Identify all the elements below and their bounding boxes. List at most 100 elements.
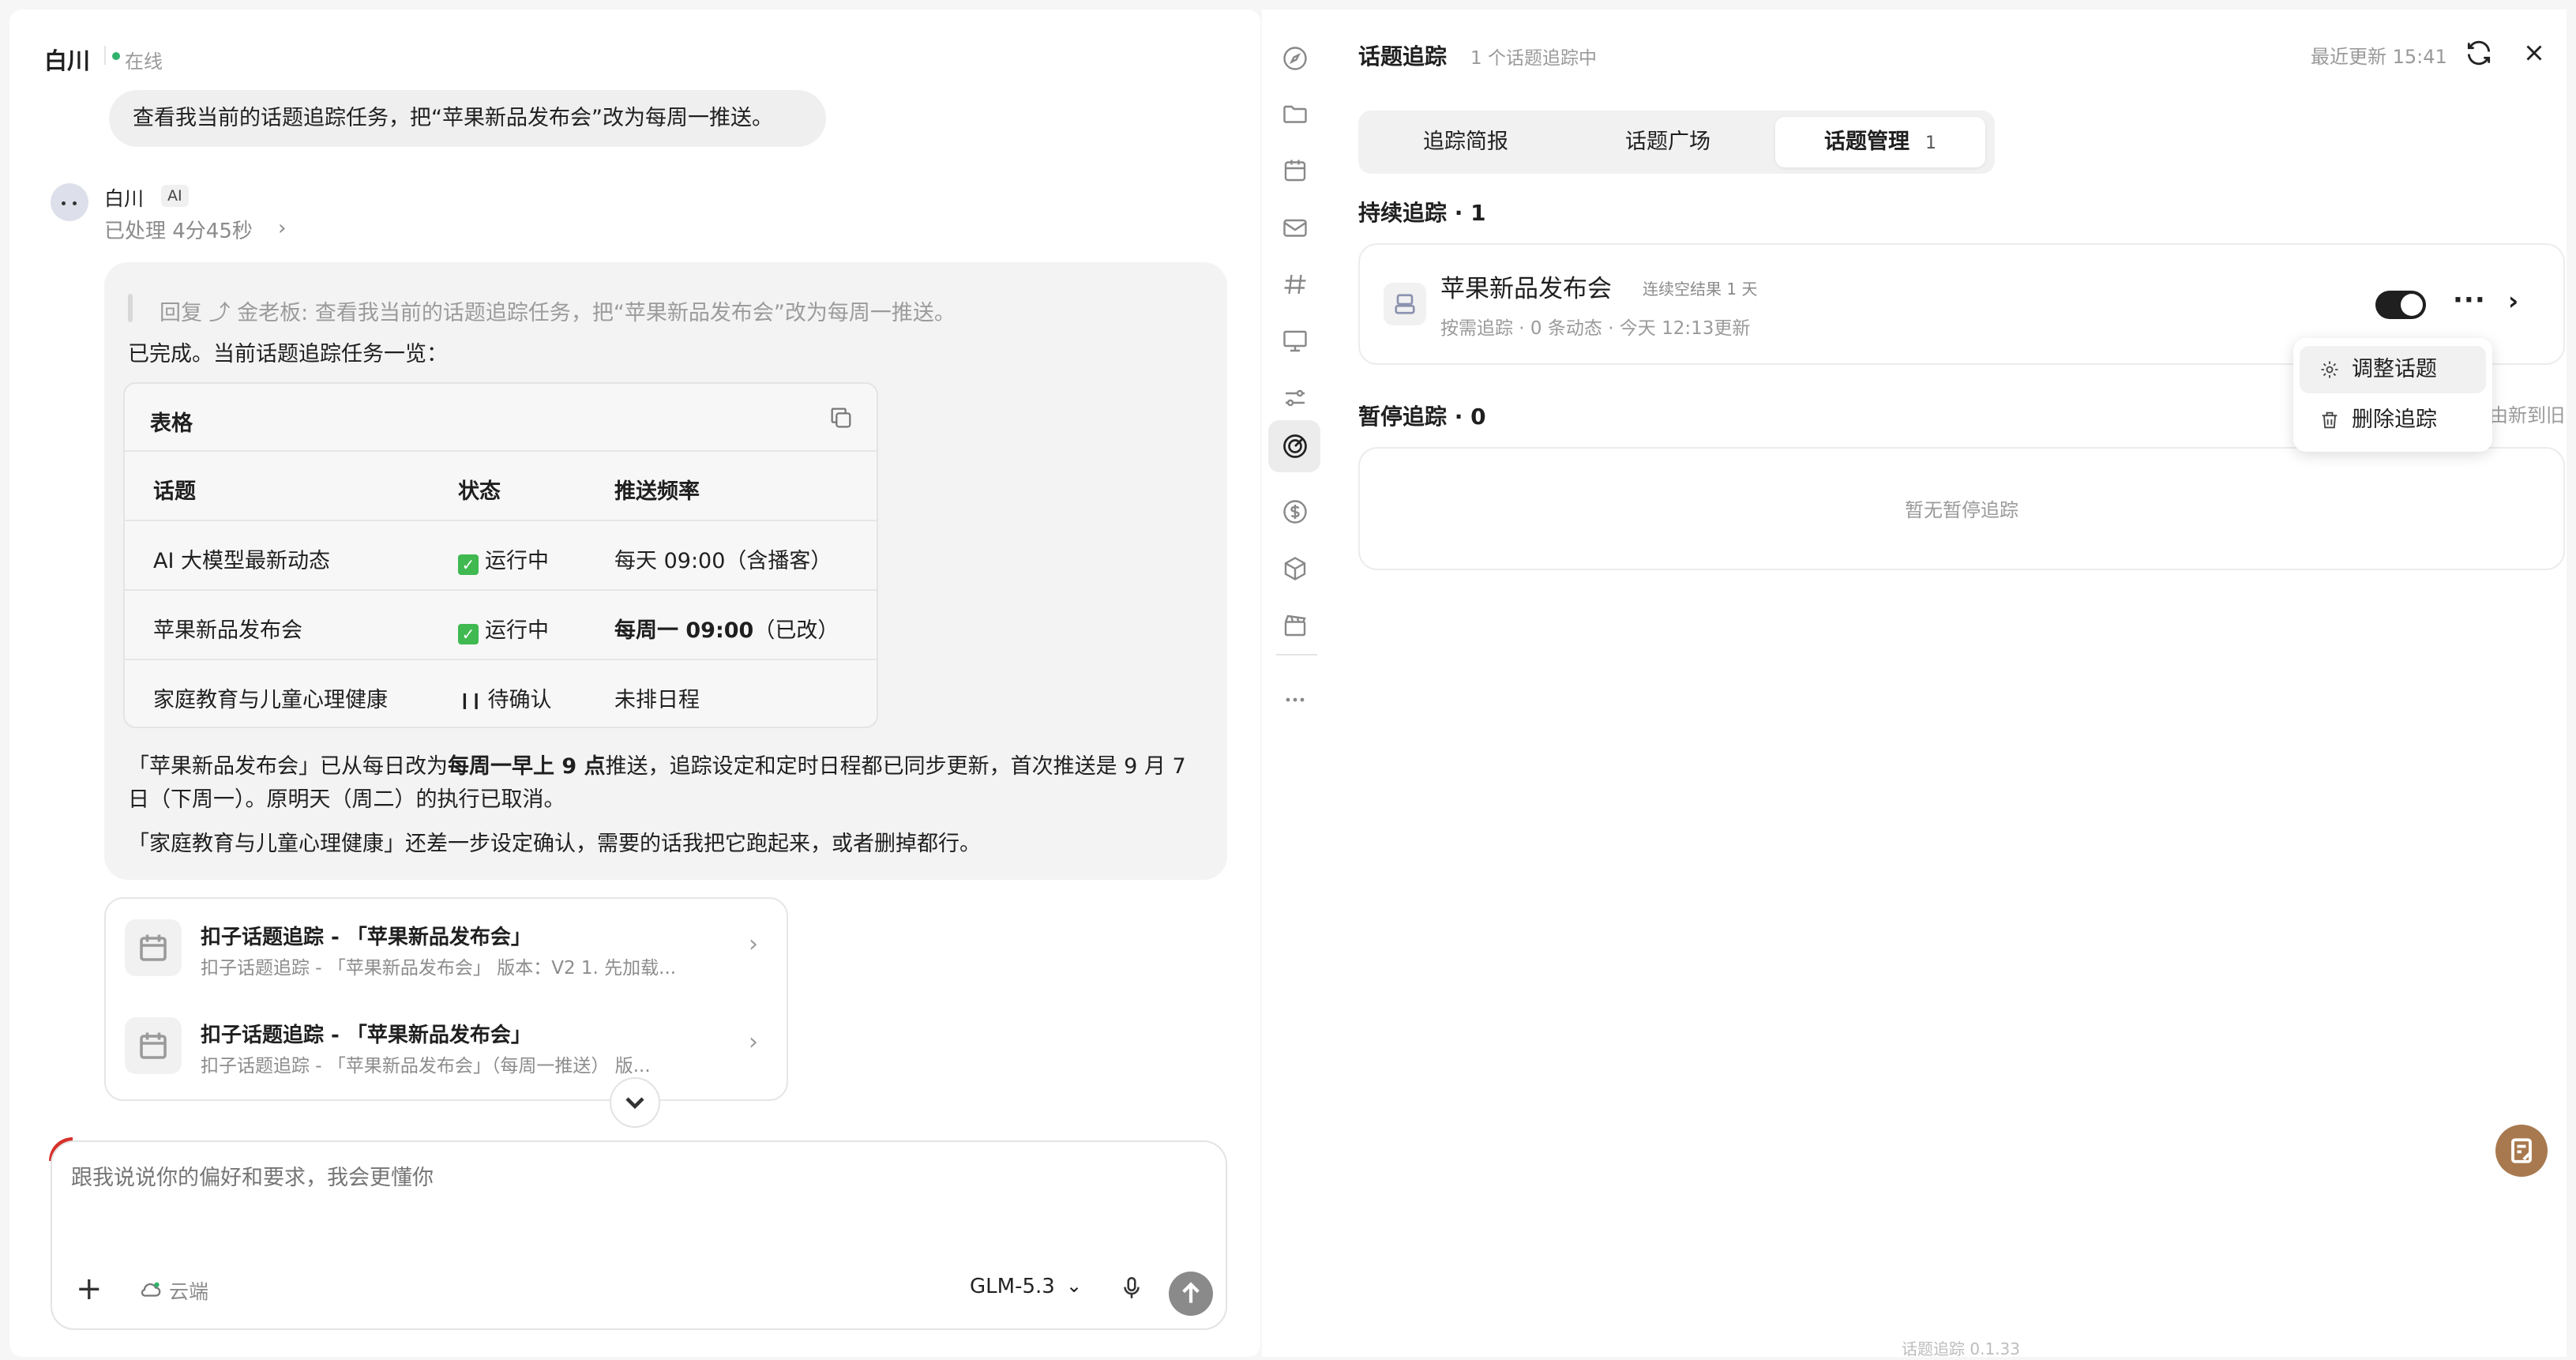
processed-time[interactable]: 已处理 4分45秒	[104, 215, 253, 244]
chat-pane: 白川 在线 查看我当前的话题追踪任务，把“苹果新品发布会”改为每周一推送。 白川…	[9, 9, 1260, 1357]
sliders-icon[interactable]	[1281, 384, 1309, 412]
sort-label[interactable]: 由新到旧	[2489, 400, 2565, 427]
chevron-right-icon: ›	[749, 1028, 758, 1056]
chevron-right-icon[interactable]: ›	[2508, 286, 2518, 316]
microphone-icon[interactable]	[1118, 1275, 1145, 1302]
calendar-icon	[125, 919, 182, 976]
chat-contact-name: 白川	[44, 47, 91, 74]
topic-cell: 家庭教育与儿童心理健康	[153, 688, 388, 712]
menu-item-delete-tracking[interactable]: 删除追踪	[2300, 396, 2486, 444]
schedule-item[interactable]: 扣子话题追踪 - 「苹果新品发布会」 扣子话题追踪 - 「苹果新品发布会」（每周…	[106, 997, 787, 1091]
more-options-icon[interactable]: ···	[2453, 284, 2486, 316]
tab-briefing[interactable]: 追踪简报	[1368, 117, 1564, 167]
panel-tabs: 追踪简报 话题广场 话题管理 1	[1358, 111, 1995, 174]
task-table: 表格 话题 状态 推送频率 AI 大模型最新动态 ✓ 运行中 每天 09:00（含…	[123, 382, 878, 728]
close-icon[interactable]	[2521, 39, 2548, 66]
topic-enabled-toggle[interactable]	[2375, 291, 2426, 319]
active-section-title: 持续追踪 · 1	[1358, 200, 1486, 226]
presentation-icon[interactable]	[1281, 327, 1309, 355]
reply-quote: 回复 ⤴ 金老板: 查看我当前的话题追踪任务，把“苹果新品发布会”改为每周一推送…	[160, 301, 956, 325]
tab-badge: 1	[1925, 133, 1936, 153]
compass-icon[interactable]	[1281, 44, 1309, 73]
model-selector[interactable]: GLM-5.3	[970, 1275, 1055, 1298]
table-row: AI 大模型最新动态 ✓ 运行中 每天 09:00（含播客）	[125, 520, 877, 589]
column-header: 状态	[458, 479, 501, 504]
freq-cell: 每天 09:00（含播客）	[614, 549, 832, 573]
last-updated: 最近更新 15:41	[2311, 46, 2447, 68]
table-row: 苹果新品发布会 ✓ 运行中 每周一 09:00（已改）	[125, 589, 877, 659]
ai-avatar[interactable]	[51, 183, 88, 221]
cloud-mode-label[interactable]: 云端	[169, 1276, 208, 1305]
header-divider	[104, 46, 106, 65]
composer: + 云端 GLM-5.3 ⌄	[51, 1140, 1227, 1330]
add-attachment-button[interactable]: +	[76, 1273, 103, 1305]
topic-meta: 按需追踪 · 0 条动态 · 今天 12:13更新	[1440, 318, 1751, 339]
chevron-right-icon[interactable]: ›	[278, 216, 286, 240]
schedule-subtitle: 扣子话题追踪 - 「苹果新品发布会」 版本：V2 1. 先加载...	[201, 958, 677, 979]
status-cell: ✓ 运行中	[458, 613, 549, 644]
paused-section-title: 暂停追踪 · 0	[1358, 404, 1486, 430]
column-header: 推送频率	[614, 479, 700, 504]
schedule-subtitle: 扣子话题追踪 - 「苹果新品发布会」（每周一推送） 版...	[201, 1056, 651, 1076]
mail-icon[interactable]	[1281, 213, 1309, 242]
check-icon: ✓	[458, 624, 479, 644]
topic-panel: 话题追踪 1 个话题追踪中 最近更新 15:41 追踪简报 话题广场 话题管理 1…	[1262, 9, 2567, 1358]
tracking-count: 1 个话题追踪中	[1470, 48, 1597, 69]
chevron-down-icon[interactable]: ⌄	[1066, 1275, 1082, 1297]
refresh-icon[interactable]	[2464, 38, 2494, 68]
freq-cell: 每周一 09:00（已改）	[614, 618, 839, 643]
response-intro: 已完成。当前话题追踪任务一览：	[128, 342, 448, 366]
more-icon[interactable]	[1281, 686, 1309, 714]
ai-badge: AI	[161, 185, 189, 207]
version-label: 话题追踪 0.1.33	[1902, 1339, 2020, 1358]
calendar-icon[interactable]	[1281, 156, 1309, 185]
notes-fab-button[interactable]	[2495, 1125, 2548, 1177]
cloud-icon[interactable]	[139, 1278, 163, 1302]
ai-name: 白川	[104, 187, 145, 210]
dollar-icon[interactable]	[1281, 498, 1309, 526]
freq-cell: 未排日程	[614, 688, 700, 712]
column-header: 话题	[153, 479, 196, 504]
schedule-card-list: 扣子话题追踪 - 「苹果新品发布会」 扣子话题追踪 - 「苹果新品发布会」 版本…	[104, 897, 788, 1101]
radar-icon[interactable]	[1281, 432, 1309, 460]
menu-item-adjust-topic[interactable]: 调整话题	[2300, 346, 2486, 393]
schedule-title: 扣子话题追踪 - 「苹果新品发布会」	[201, 1024, 531, 1047]
response-paragraph: 「家庭教育与儿童心理健康」还差一步设定确认，需要的话我把它跑起来，或者删掉都行。	[128, 832, 981, 856]
copy-icon[interactable]	[828, 404, 854, 431]
table-header-row: 话题 状态 推送频率	[125, 450, 877, 520]
topic-name: 苹果新品发布会	[1440, 275, 1612, 303]
topic-cell: AI 大模型最新动态	[153, 549, 331, 573]
online-dot-icon	[112, 52, 120, 60]
quote-bar	[128, 294, 133, 322]
hashtag-icon[interactable]	[1281, 270, 1309, 299]
side-rail	[1262, 9, 1327, 1357]
status-cell: ❙❙ 待确认	[458, 688, 552, 712]
user-message: 查看我当前的话题追踪任务，把“苹果新品发布会”改为每周一推送。	[109, 90, 826, 147]
schedule-item[interactable]: 扣子话题追踪 - 「苹果新品发布会」 扣子话题追踪 - 「苹果新品发布会」 版本…	[106, 899, 787, 994]
status-cell: ✓ 运行中	[458, 543, 549, 575]
pause-icon: ❙❙	[458, 690, 483, 709]
ai-response-card: 回复 ⤴ 金老板: 查看我当前的话题追踪任务，把“苹果新品发布会”改为每周一推送…	[104, 262, 1227, 880]
folder-icon[interactable]	[1281, 100, 1309, 128]
schedule-title: 扣子话题追踪 - 「苹果新品发布会」	[201, 926, 531, 949]
topic-cell: 苹果新品发布会	[153, 618, 302, 643]
clapper-icon[interactable]	[1281, 611, 1309, 640]
check-icon: ✓	[458, 554, 479, 575]
tab-topic-management[interactable]: 话题管理 1	[1775, 117, 1985, 167]
table-row: 家庭教育与儿童心理健康 ❙❙ 待确认 未排日程	[125, 659, 877, 727]
gear-icon	[2321, 361, 2338, 378]
empty-text: 暂无暂停追踪	[1905, 499, 2018, 521]
trash-icon	[2322, 411, 2338, 429]
scroll-down-button[interactable]	[610, 1077, 660, 1128]
topic-icon	[1384, 283, 1426, 325]
cube-icon[interactable]	[1281, 554, 1309, 583]
send-button[interactable]	[1169, 1272, 1213, 1316]
panel-title: 话题追踪	[1358, 43, 1448, 70]
response-paragraph: 「苹果新品发布会」已从每日改为每周一早上 9 点推送，追踪设定和定时日程都已同步…	[128, 754, 1186, 812]
rail-divider	[1276, 654, 1317, 656]
paused-empty-card: 暂无暂停追踪	[1358, 447, 2565, 570]
message-input[interactable]	[71, 1166, 1177, 1190]
tab-topic-plaza[interactable]: 话题广场	[1567, 117, 1769, 167]
online-status: 在线	[125, 51, 163, 73]
calendar-icon	[125, 1017, 182, 1074]
